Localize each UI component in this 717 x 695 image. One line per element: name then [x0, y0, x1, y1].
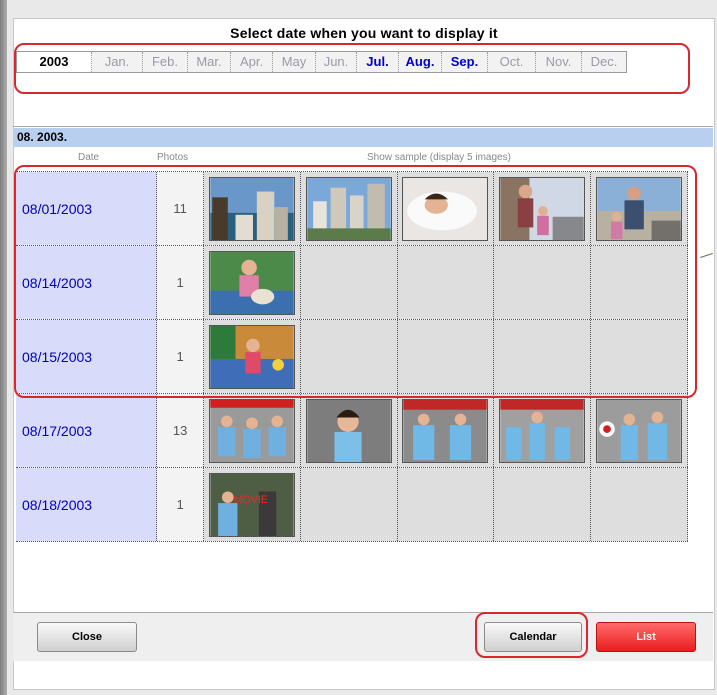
photo-thumbnail[interactable]	[499, 398, 586, 463]
photo-thumbnail[interactable]	[402, 398, 489, 463]
photo-thumbnail[interactable]	[305, 398, 392, 463]
sample-slot[interactable]	[203, 394, 301, 467]
sample-slot[interactable]	[397, 394, 495, 467]
row-date[interactable]: 08/17/2003	[16, 394, 158, 467]
table-row[interactable]: 08/18/2003 1 MOVIE	[16, 468, 689, 542]
sample-slot	[300, 468, 398, 541]
list-button[interactable]: List	[596, 622, 696, 652]
photo-thumbnail[interactable]	[596, 398, 683, 463]
photo-thumbnail[interactable]	[208, 398, 295, 463]
sample-slot[interactable]	[300, 394, 398, 467]
movie-overlay-label: MOVIE	[233, 494, 267, 506]
row-date[interactable]: 08/18/2003	[16, 468, 158, 541]
column-header-photos: Photos	[157, 152, 189, 163]
highlight-date-rows	[14, 165, 697, 398]
sample-slot	[494, 468, 592, 541]
month-section-header: 08. 2003.	[13, 128, 713, 147]
sample-slot[interactable]	[494, 394, 592, 467]
sample-slot	[397, 468, 495, 541]
sample-slot[interactable]: MOVIE	[203, 468, 301, 541]
row-photo-count: 1	[157, 468, 204, 541]
sample-slot[interactable]	[591, 394, 689, 467]
column-header-date: Date	[78, 152, 100, 163]
column-header-sample: Show sample (display 5 images)	[367, 152, 511, 163]
row-photo-count: 13	[157, 394, 204, 467]
highlight-month-bar	[14, 43, 690, 94]
video-thumbnail[interactable]: MOVIE	[208, 472, 295, 537]
table-row[interactable]: 08/17/2003 13	[16, 394, 689, 468]
sample-slot	[591, 468, 689, 541]
divider	[13, 126, 713, 127]
dialog-title: Select date when you want to display it	[230, 25, 498, 41]
close-button[interactable]: Close	[37, 622, 137, 652]
highlight-calendar-button	[475, 612, 588, 658]
